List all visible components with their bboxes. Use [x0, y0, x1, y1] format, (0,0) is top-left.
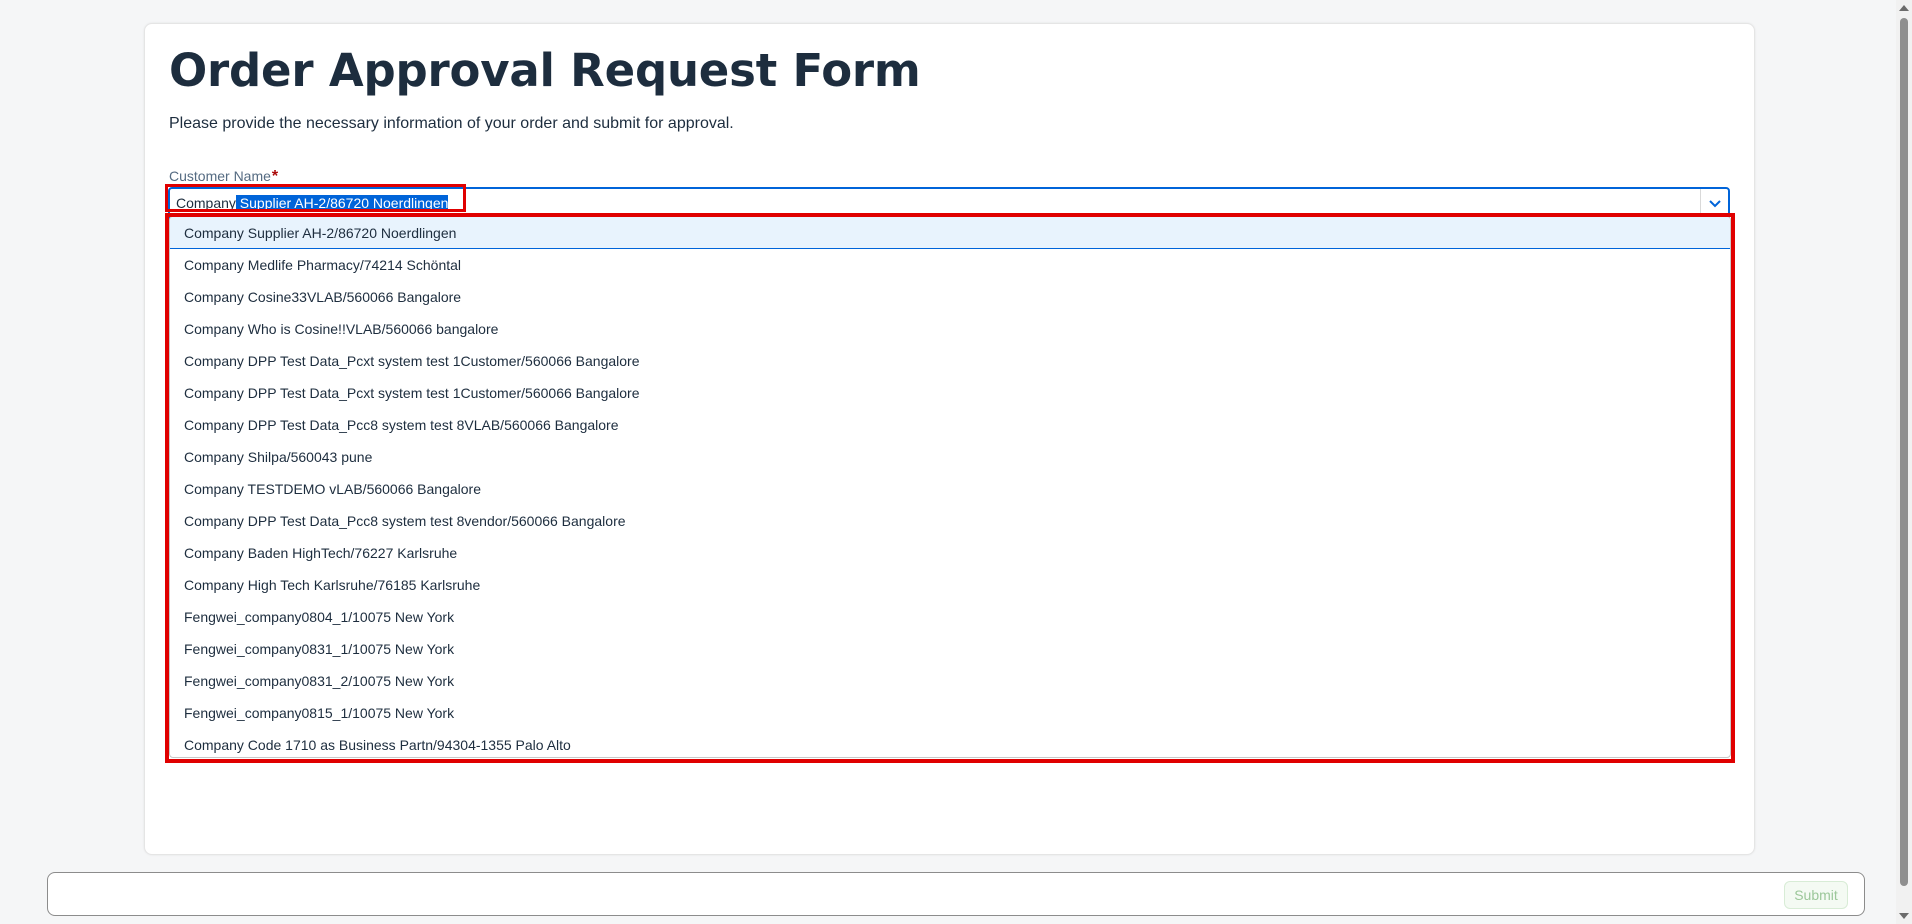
page-subtitle: Please provide the necessary information… — [169, 115, 734, 132]
dropdown-option[interactable]: Company Shilpa/560043 pune — [170, 441, 1730, 473]
dropdown-option[interactable]: Company DPP Test Data_Pcc8 system test 8… — [170, 505, 1730, 537]
submit-button[interactable]: Submit — [1784, 881, 1848, 909]
dropdown-option[interactable]: Company Supplier AH-2/86720 Noerdlingen — [170, 217, 1730, 249]
customer-dropdown-list: Company Supplier AH-2/86720 Noerdlingen … — [169, 216, 1731, 758]
customer-name-selected-text: Supplier AH-2/86720 Noerdlingen — [235, 195, 449, 211]
customer-name-input[interactable]: Company Supplier AH-2/86720 Noerdlingen — [176, 195, 449, 211]
dropdown-option[interactable]: Company DPP Test Data_Pcxt system test 1… — [170, 377, 1730, 409]
page-title: Order Approval Request Form — [169, 44, 921, 97]
dropdown-option[interactable]: Company TESTDEMO vLAB/560066 Bangalore — [170, 473, 1730, 505]
scroll-up-arrow-icon[interactable] — [1899, 5, 1909, 11]
dropdown-option[interactable]: Company Code 1710 as Business Partn/9430… — [170, 729, 1730, 757]
scroll-down-arrow-icon[interactable] — [1899, 913, 1909, 919]
dropdown-option[interactable]: Company High Tech Karlsruhe/76185 Karlsr… — [170, 569, 1730, 601]
page: Order Approval Request Form Please provi… — [0, 0, 1912, 924]
dropdown-option[interactable]: Company Who is Cosine!!VLAB/560066 banga… — [170, 313, 1730, 345]
required-marker: * — [271, 168, 279, 185]
dropdown-option[interactable]: Company Baden HighTech/76227 Karlsruhe — [170, 537, 1730, 569]
customer-name-label-text: Customer Name — [169, 168, 271, 184]
dropdown-option[interactable]: Fengwei_company0815_1/10075 New York — [170, 697, 1730, 729]
footer-toolbar: Submit — [47, 872, 1865, 916]
dropdown-option[interactable]: Company DPP Test Data_Pcxt system test 1… — [170, 345, 1730, 377]
dropdown-option[interactable]: Fengwei_company0831_1/10075 New York — [170, 633, 1730, 665]
customer-name-label: Customer Name* — [169, 168, 278, 186]
vertical-scrollbar[interactable] — [1896, 0, 1912, 924]
dropdown-option[interactable]: Fengwei_company0831_2/10075 New York — [170, 665, 1730, 697]
dropdown-toggle-button[interactable] — [1700, 189, 1728, 219]
dropdown-option[interactable]: Company DPP Test Data_Pcc8 system test 8… — [170, 409, 1730, 441]
scrollbar-thumb[interactable] — [1900, 18, 1908, 886]
chevron-down-icon — [1708, 200, 1721, 208]
dropdown-option[interactable]: Company Medlife Pharmacy/74214 Schöntal — [170, 249, 1730, 281]
customer-name-typed-text: Company — [176, 195, 236, 211]
dropdown-option[interactable]: Company Cosine33VLAB/560066 Bangalore — [170, 281, 1730, 313]
dropdown-option[interactable]: Fengwei_company0804_1/10075 New York — [170, 601, 1730, 633]
